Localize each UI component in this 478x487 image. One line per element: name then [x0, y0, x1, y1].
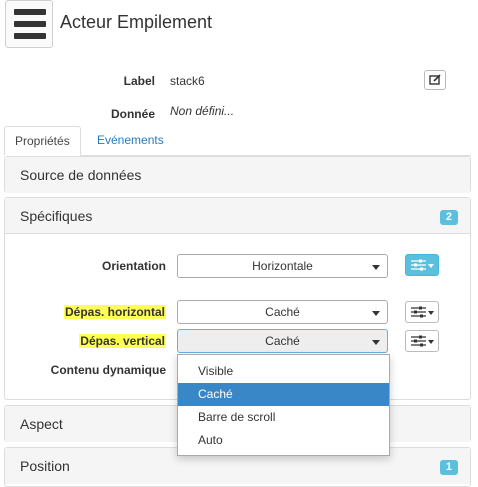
label-value: stack6 — [170, 74, 205, 88]
data-caption: Donnée — [110, 107, 155, 121]
orientation-select[interactable]: Horizontale — [177, 254, 388, 278]
sliders-icon — [411, 335, 426, 347]
tab-bar: Propriétés Evénements — [4, 126, 471, 156]
orientation-value: Horizontale — [252, 259, 313, 273]
label-caption: Label — [123, 74, 155, 88]
data-value[interactable]: Non défini... — [170, 104, 234, 118]
header: Acteur Empilement — [0, 0, 478, 50]
panel-specifiques-title: Spécifiques — [20, 208, 93, 224]
chevron-down-icon — [372, 311, 380, 316]
dropdown-option-auto[interactable]: Auto — [178, 429, 389, 452]
depas-vertical-options-button[interactable] — [405, 330, 439, 352]
count-badge: 2 — [439, 210, 458, 225]
dropdown-option-cache[interactable]: Caché — [178, 383, 389, 406]
sliders-icon — [411, 306, 426, 318]
depas-vertical-label: Dépas. vertical — [79, 334, 166, 348]
chevron-down-icon — [372, 340, 380, 345]
depas-vertical-value: Caché — [265, 334, 300, 348]
sliders-icon — [411, 259, 426, 271]
orientation-options-button[interactable] — [405, 254, 439, 276]
panel-position-title: Position — [20, 458, 70, 474]
contenu-dynamique-label: Contenu dynamique — [50, 363, 166, 377]
panel-specifiques-header[interactable]: Spécifiques 2 — [5, 198, 470, 234]
depas-horizontal-label: Dépas. horizontal — [63, 305, 166, 319]
depas-horizontal-select[interactable]: Caché — [177, 300, 388, 324]
dropdown-option-visible[interactable]: Visible — [178, 360, 389, 383]
chevron-down-icon — [372, 265, 380, 270]
hamburger-menu-button[interactable] — [5, 0, 53, 48]
edit-label-button[interactable] — [424, 70, 446, 90]
panel-source-header[interactable]: Source de données — [5, 157, 470, 193]
page-title: Acteur Empilement — [60, 12, 213, 32]
edit-icon — [429, 74, 441, 85]
tab-evenements[interactable]: Evénements — [87, 126, 174, 156]
dropdown-option-barre-de-scroll[interactable]: Barre de scroll — [178, 406, 389, 429]
tab-proprietes[interactable]: Propriétés — [4, 126, 81, 156]
depas-horizontal-options-button[interactable] — [405, 301, 439, 323]
orientation-label: Orientation — [101, 259, 166, 273]
depas-vertical-select[interactable]: Caché — [177, 329, 388, 353]
menu-icon — [14, 9, 46, 15]
depas-horizontal-value: Caché — [265, 305, 300, 319]
panel-source: Source de données — [4, 156, 471, 193]
depas-vertical-dropdown: Visible Caché Barre de scroll Auto — [177, 354, 390, 456]
count-badge: 1 — [439, 460, 458, 475]
